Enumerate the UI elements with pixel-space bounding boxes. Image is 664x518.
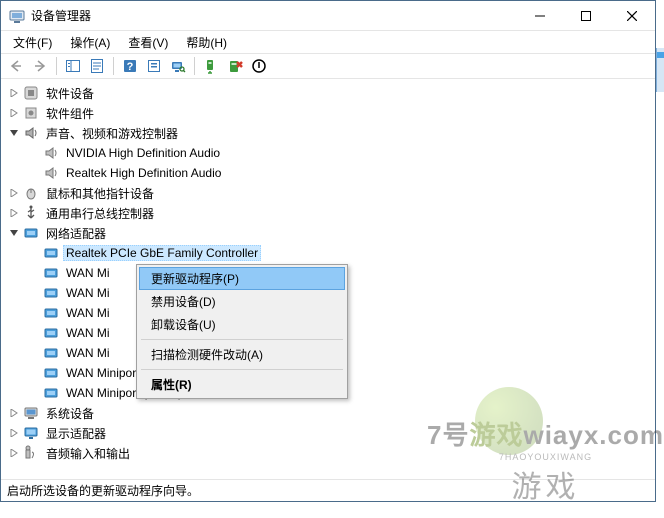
chevron-down-icon[interactable] [7, 226, 21, 240]
tree-node-sound-controllers[interactable]: 声音、视频和游戏控制器 [7, 123, 655, 143]
network-adapter-icon [43, 365, 59, 381]
chevron-right-icon[interactable] [7, 86, 21, 100]
tree-node-network-adapters[interactable]: 网络适配器 [7, 223, 655, 243]
network-adapter-icon [43, 285, 59, 301]
disable-button[interactable] [248, 55, 270, 77]
update-driver-button[interactable] [200, 55, 222, 77]
toolbar: ? [1, 53, 655, 79]
audio-io-icon [23, 445, 39, 461]
tree-node-display-adapters[interactable]: 显示适配器 [7, 423, 655, 443]
computer-icon [23, 405, 39, 421]
speaker-icon [23, 125, 39, 141]
menu-file[interactable]: 文件(F) [5, 32, 60, 53]
chevron-right-icon[interactable] [7, 206, 21, 220]
display-icon [23, 425, 39, 441]
uninstall-button[interactable] [224, 55, 246, 77]
tree-node-software-components[interactable]: 软件组件 [7, 103, 655, 123]
titlebar: 设备管理器 [1, 1, 655, 31]
menubar: 文件(F) 操作(A) 查看(V) 帮助(H) [1, 31, 655, 53]
ctx-disable-device[interactable]: 禁用设备(D) [139, 290, 345, 313]
tree-node-realtek-audio[interactable]: Realtek High Definition Audio [27, 163, 655, 183]
forward-button[interactable] [29, 55, 51, 77]
back-button[interactable] [5, 55, 27, 77]
window-controls [517, 1, 655, 30]
tree-node-realtek-nic[interactable]: Realtek PCIe GbE Family Controller [27, 243, 655, 263]
chevron-right-icon[interactable] [7, 106, 21, 120]
menu-help[interactable]: 帮助(H) [178, 32, 235, 53]
status-text: 启动所选设备的更新驱动程序向导。 [7, 482, 199, 499]
minimize-button[interactable] [517, 1, 563, 30]
tree-node-system-devices[interactable]: 系统设备 [7, 403, 655, 423]
tree-node-nvidia-audio[interactable]: NVIDIA High Definition Audio [27, 143, 655, 163]
network-adapter-icon [23, 225, 39, 241]
menu-view[interactable]: 查看(V) [120, 32, 176, 53]
chevron-right-icon[interactable] [7, 406, 21, 420]
speaker-icon [43, 145, 59, 161]
chevron-down-icon[interactable] [7, 126, 21, 140]
usb-icon [23, 205, 39, 221]
network-adapter-icon [43, 385, 59, 401]
options-button[interactable] [143, 55, 165, 77]
chevron-right-icon[interactable] [7, 186, 21, 200]
help-button[interactable]: ? [119, 55, 141, 77]
context-menu: 更新驱动程序(P) 禁用设备(D) 卸载设备(U) 扫描检测硬件改动(A) 属性… [136, 264, 348, 399]
network-adapter-icon [43, 245, 59, 261]
device-manager-window: 设备管理器 文件(F) 操作(A) 查看(V) 帮助(H) [0, 0, 656, 502]
ctx-separator [141, 369, 343, 370]
network-adapter-icon [43, 305, 59, 321]
chevron-right-icon[interactable] [7, 426, 21, 440]
network-adapter-icon [43, 265, 59, 281]
speaker-icon [43, 165, 59, 181]
show-hide-tree-button[interactable] [62, 55, 84, 77]
app-icon [9, 8, 25, 24]
properties-button[interactable] [86, 55, 108, 77]
close-button[interactable] [609, 1, 655, 30]
scan-hardware-button[interactable] [167, 55, 189, 77]
software-icon [23, 85, 39, 101]
mouse-icon [23, 185, 39, 201]
component-icon [23, 105, 39, 121]
ctx-separator [141, 339, 343, 340]
maximize-button[interactable] [563, 1, 609, 30]
tree-node-audio-io[interactable]: 音频输入和输出 [7, 443, 655, 463]
tree-node-mice[interactable]: 鼠标和其他指针设备 [7, 183, 655, 203]
ctx-update-driver[interactable]: 更新驱动程序(P) [139, 267, 345, 290]
chevron-right-icon[interactable] [7, 446, 21, 460]
adjacent-window-edge [656, 48, 664, 92]
tree-node-software-devices[interactable]: 软件设备 [7, 83, 655, 103]
statusbar: 启动所选设备的更新驱动程序向导。 [1, 479, 655, 501]
ctx-properties[interactable]: 属性(R) [139, 373, 345, 396]
network-adapter-icon [43, 325, 59, 341]
svg-text:?: ? [127, 61, 134, 73]
ctx-scan-hardware[interactable]: 扫描检测硬件改动(A) [139, 343, 345, 366]
menu-action[interactable]: 操作(A) [62, 32, 118, 53]
window-title: 设备管理器 [31, 7, 91, 24]
ctx-uninstall-device[interactable]: 卸载设备(U) [139, 313, 345, 336]
tree-node-usb-controllers[interactable]: 通用串行总线控制器 [7, 203, 655, 223]
network-adapter-icon [43, 345, 59, 361]
